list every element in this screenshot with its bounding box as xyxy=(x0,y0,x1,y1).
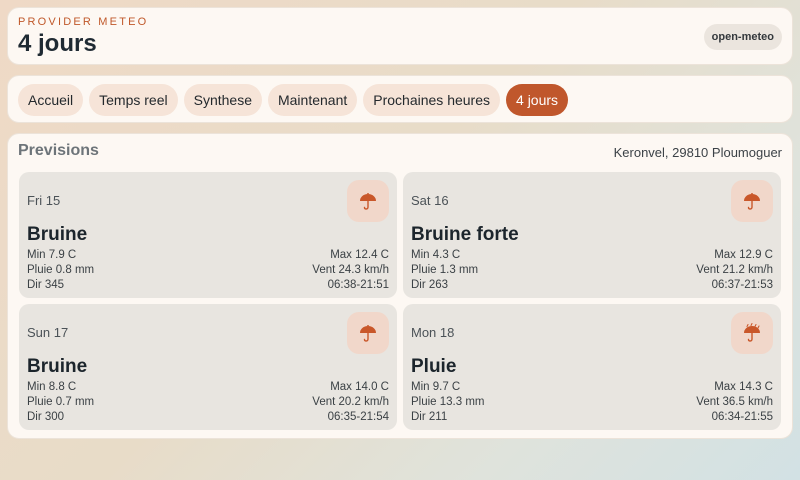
provider-badge: open-meteo xyxy=(703,24,782,50)
rain-wind-row: Pluie 0.7 mm Vent 20.2 km/h xyxy=(27,396,389,408)
umbrella-icon xyxy=(347,312,389,354)
page-title: 4 jours xyxy=(18,30,97,57)
wind-direction: Dir 300 xyxy=(27,411,65,423)
rain-wind-row: Pluie 0.8 mm Vent 24.3 km/h xyxy=(27,264,389,276)
tab-maintenant[interactable]: Maintenant xyxy=(267,84,358,116)
wind-direction: Dir 345 xyxy=(27,279,65,291)
condition-label: Bruine forte xyxy=(411,224,519,245)
tab-temps-reel[interactable]: Temps reel xyxy=(89,84,178,116)
location-label: Keronvel, 29810 Ploumoguer xyxy=(613,145,782,160)
wind-speed: Vent 21.2 km/h xyxy=(696,264,773,276)
rain-wind-row: Pluie 13.3 mm Vent 36.5 km/h xyxy=(411,396,773,408)
temp-min: Min 4.3 C xyxy=(411,249,461,261)
day-card: Mon 18 Pluie Min 9.7 C Max 14.3 C Pluie … xyxy=(403,304,781,430)
sun-times: 06:37-21:53 xyxy=(711,279,773,291)
sun-times: 06:35-21:54 xyxy=(327,411,389,423)
rain-wind-row: Pluie 1.3 mm Vent 21.2 km/h xyxy=(411,264,773,276)
wind-speed: Vent 20.2 km/h xyxy=(312,396,389,408)
day-name: Mon 18 xyxy=(411,325,455,340)
temp-min: Min 7.9 C xyxy=(27,249,77,261)
temp-min: Min 8.8 C xyxy=(27,381,77,393)
condition-label: Bruine xyxy=(27,356,88,377)
rain-amount: Pluie 0.8 mm xyxy=(27,264,95,276)
day-name: Sat 16 xyxy=(411,193,449,208)
umbrella-icon xyxy=(731,180,773,222)
sun-times: 06:34-21:55 xyxy=(711,411,773,423)
day-card: Sat 16 Bruine forte Min 4.3 C Max 12.9 C… xyxy=(403,172,781,298)
temp-max: Max 12.9 C xyxy=(714,249,773,261)
dir-sun-row: Dir 211 06:34-21:55 xyxy=(411,411,773,423)
day-card: Fri 15 Bruine Min 7.9 C Max 12.4 C Pluie… xyxy=(19,172,397,298)
condition-label: Bruine xyxy=(27,224,88,245)
dir-sun-row: Dir 300 06:35-21:54 xyxy=(27,411,389,423)
day-name: Fri 15 xyxy=(27,193,61,208)
temp-min: Min 9.7 C xyxy=(411,381,461,393)
temp-max: Max 14.0 C xyxy=(330,381,389,393)
panel-title: Previsions xyxy=(18,142,99,159)
tab-accueil[interactable]: Accueil xyxy=(18,84,84,116)
umbrella-icon xyxy=(347,180,389,222)
sun-times: 06:38-21:51 xyxy=(327,279,389,291)
temp-row: Min 7.9 C Max 12.4 C xyxy=(27,249,389,261)
temp-row: Min 8.8 C Max 14.0 C xyxy=(27,381,389,393)
wind-direction: Dir 211 xyxy=(411,411,448,423)
tab-4-jours[interactable]: 4 jours xyxy=(506,84,569,116)
temp-row: Min 4.3 C Max 12.9 C xyxy=(411,249,773,261)
wind-speed: Vent 36.5 km/h xyxy=(696,396,773,408)
rain-amount: Pluie 0.7 mm xyxy=(27,396,95,408)
temp-max: Max 12.4 C xyxy=(330,249,389,261)
tab-prochaines-heures[interactable]: Prochaines heures xyxy=(363,84,501,116)
temp-max: Max 14.3 C xyxy=(714,381,773,393)
temp-row: Min 9.7 C Max 14.3 C xyxy=(411,381,773,393)
nav-bar: Accueil Temps reel Synthese Maintenant P… xyxy=(7,75,793,123)
provider-kicker: PROVIDER METEO xyxy=(18,16,149,28)
wind-direction: Dir 263 xyxy=(411,279,449,291)
tab-synthese[interactable]: Synthese xyxy=(183,84,262,116)
dir-sun-row: Dir 263 06:37-21:53 xyxy=(411,279,773,291)
rain-amount: Pluie 13.3 mm xyxy=(411,396,485,408)
umbrella-rain-icon xyxy=(731,312,773,354)
condition-label: Pluie xyxy=(411,356,457,377)
dir-sun-row: Dir 345 06:38-21:51 xyxy=(27,279,389,291)
nav-tabs: Accueil Temps reel Synthese Maintenant P… xyxy=(18,84,569,116)
day-name: Sun 17 xyxy=(27,325,69,340)
forecast-panel: Previsions Keronvel, 29810 Ploumoguer Fr… xyxy=(7,133,793,439)
header-card: PROVIDER METEO 4 jours open-meteo xyxy=(7,7,793,65)
day-card: Sun 17 Bruine Min 8.8 C Max 14.0 C Pluie… xyxy=(19,304,397,430)
wind-speed: Vent 24.3 km/h xyxy=(312,264,389,276)
rain-amount: Pluie 1.3 mm xyxy=(411,264,479,276)
